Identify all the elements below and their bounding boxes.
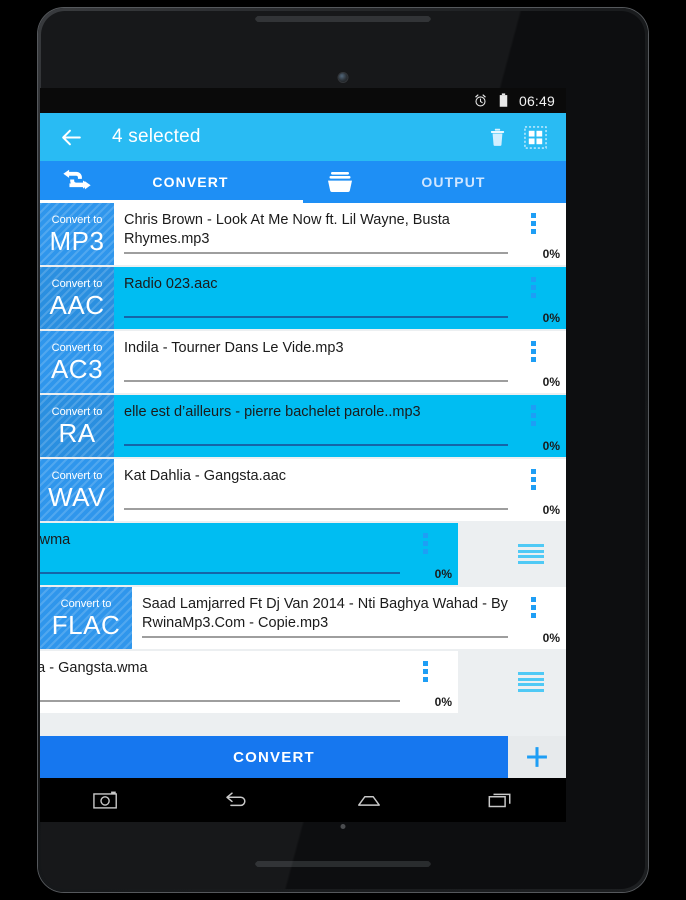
battery-icon	[499, 93, 508, 107]
status-bar-clock: 06:49	[518, 92, 555, 109]
back-arrow-icon	[61, 129, 81, 145]
table-row[interactable]: Convert to MP3 Chris Brown - Look At Me …	[40, 203, 566, 265]
top-speaker-grille	[255, 16, 431, 22]
format-badge[interactable]: Convert to WAV	[40, 459, 114, 521]
progress-percent: 0%	[542, 311, 560, 325]
progress-bar	[124, 508, 508, 510]
home-icon	[357, 796, 380, 806]
file-name: dio 023.wma	[40, 532, 71, 548]
progress-percent: 0%	[542, 503, 560, 517]
app-bar: 4 selected	[40, 113, 566, 161]
row-menu-button[interactable]	[526, 405, 540, 426]
file-name: Kat Dahlia - Gangsta.aac	[124, 468, 287, 484]
row-menu-button[interactable]	[526, 277, 540, 298]
progress-bar	[124, 380, 508, 382]
home-button[interactable]	[342, 783, 396, 817]
row-body[interactable]: Chris Brown - Look At Me Now ft. Lil Way…	[114, 203, 566, 265]
file-name: at Dahlia - Gangsta.wma	[40, 660, 148, 676]
tab-bar: CONVERT OUTPUT	[40, 161, 566, 203]
tab-convert-label: CONVERT	[152, 174, 229, 190]
select-all-grid-icon	[523, 125, 547, 149]
tab-convert[interactable]: CONVERT	[40, 161, 303, 203]
plus-icon	[527, 747, 547, 767]
alarm-icon	[475, 94, 486, 107]
row-body[interactable]: dio 023.wma 0%	[40, 523, 458, 585]
badge-format: AAC	[49, 289, 105, 320]
convert-button[interactable]: CONVERT	[40, 736, 508, 778]
badge-format: WAV	[48, 481, 106, 512]
device-screen: 06:49 4 selected CONVERT OUTPUT Convert …	[40, 88, 566, 778]
progress-bar	[40, 572, 400, 574]
row-body[interactable]: elle est d’ailleurs - pierre bachelet pa…	[114, 395, 566, 457]
delete-button[interactable]	[478, 118, 516, 156]
table-row[interactable]: Convert to FLAC Saad Lamjarred Ft Dj Van…	[40, 587, 566, 649]
badge-format: AC3	[50, 353, 104, 384]
format-badge[interactable]: Convert to RA	[40, 395, 114, 457]
file-name: Indila - Tourner Dans Le Vide.mp3	[124, 340, 344, 356]
trash-icon	[490, 128, 504, 146]
format-badge[interactable]: Convert to FLAC	[40, 587, 132, 649]
row-menu-button[interactable]	[526, 213, 540, 234]
row-body[interactable]: Kat Dahlia - Gangsta.aac 0%	[114, 459, 566, 521]
front-camera-icon	[338, 73, 348, 82]
progress-percent: 0%	[542, 247, 560, 261]
row-menu-button[interactable]	[418, 661, 432, 682]
page-title: 4 selected	[112, 126, 201, 147]
progress-bar	[124, 316, 508, 318]
recents-icon	[488, 793, 511, 808]
file-name: Saad Lamjarred Ft Dj Van 2014 - Nti Bagh…	[142, 596, 508, 631]
progress-bar	[124, 252, 508, 254]
table-row[interactable]: Convert to AAC Radio 023.aac 0%	[40, 267, 566, 329]
file-name: Chris Brown - Look At Me Now ft. Lil Way…	[124, 212, 450, 247]
progress-bar	[40, 700, 400, 702]
progress-bar	[142, 636, 508, 638]
file-name: Radio 023.aac	[124, 276, 218, 292]
progress-percent: 0%	[434, 695, 452, 709]
format-badge[interactable]: Convert to AAC	[40, 267, 114, 329]
drag-handle-icon[interactable]	[518, 672, 544, 692]
screenshot-camera-icon	[92, 791, 117, 809]
progress-percent: 0%	[542, 375, 560, 389]
row-body[interactable]: Saad Lamjarred Ft Dj Van 2014 - Nti Bagh…	[132, 587, 566, 649]
badge-format: FLAC	[51, 609, 121, 640]
tab-output-label: OUTPUT	[421, 174, 486, 190]
recents-button[interactable]	[473, 783, 527, 817]
row-body[interactable]: at Dahlia - Gangsta.wma 0%	[40, 651, 458, 713]
table-row[interactable]: Convert to WAV Kat Dahlia - Gangsta.aac …	[40, 459, 566, 521]
badge-format: RA	[58, 417, 96, 448]
progress-percent: 0%	[542, 631, 560, 645]
progress-percent: 0%	[434, 567, 452, 581]
progress-percent: 0%	[542, 439, 560, 453]
screenshot-button[interactable]	[79, 783, 133, 817]
table-row[interactable]: Convert to RA elle est d’ailleurs - pier…	[40, 395, 566, 457]
bottom-speaker-grille	[255, 861, 431, 867]
row-body[interactable]: Indila - Tourner Dans Le Vide.mp3 0%	[114, 331, 566, 393]
format-badge[interactable]: Convert to MP3	[40, 203, 114, 265]
progress-bar	[124, 444, 508, 446]
bottom-action-bar: CONVERT	[40, 736, 566, 778]
conversion-list[interactable]: Convert to MP3 Chris Brown - Look At Me …	[40, 203, 566, 736]
back-icon	[226, 792, 246, 807]
back-button[interactable]	[52, 118, 90, 156]
add-file-button[interactable]	[508, 736, 566, 778]
select-all-button[interactable]	[516, 118, 554, 156]
android-navigation-bar	[40, 778, 566, 822]
row-menu-button[interactable]	[418, 533, 432, 554]
table-row-swiped[interactable]: at Dahlia - Gangsta.wma 0%	[40, 651, 566, 713]
table-row[interactable]: Convert to AC3 Indila - Tourner Dans Le …	[40, 331, 566, 393]
tab-output[interactable]: OUTPUT	[303, 161, 566, 203]
row-menu-button[interactable]	[526, 597, 540, 618]
drag-handle-icon[interactable]	[518, 544, 544, 564]
file-name: elle est d’ailleurs - pierre bachelet pa…	[124, 404, 421, 420]
badge-format: MP3	[49, 225, 105, 256]
back-button[interactable]	[210, 783, 264, 817]
bottom-sensor-dot	[340, 824, 346, 829]
row-body[interactable]: Radio 023.aac 0%	[114, 267, 566, 329]
row-menu-button[interactable]	[526, 341, 540, 362]
format-badge[interactable]: Convert to AC3	[40, 331, 114, 393]
android-status-bar: 06:49	[40, 88, 566, 113]
table-row-swiped[interactable]: dio 023.wma 0%	[40, 523, 566, 585]
row-menu-button[interactable]	[526, 469, 540, 490]
